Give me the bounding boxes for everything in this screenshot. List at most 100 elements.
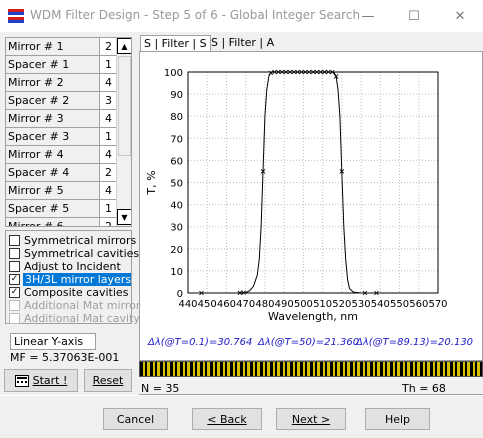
layer-row[interactable]: Spacer # 23 <box>6 92 116 110</box>
layer-row[interactable]: Mirror # 34 <box>6 110 116 128</box>
option-checkbox[interactable]: Symmetrical cavities <box>8 247 139 260</box>
layer-label: Spacer # 2 <box>6 92 100 109</box>
y-tick-label: 70 <box>170 134 183 145</box>
layer-label: Spacer # 4 <box>6 164 100 181</box>
option-label: Composite cavities <box>24 286 129 299</box>
layer-row[interactable]: Mirror # 62 <box>6 218 116 226</box>
checkbox-icon[interactable] <box>9 248 20 259</box>
x-tick-label: 540 <box>371 299 390 310</box>
layer-count-cell[interactable]: 4 <box>101 146 116 163</box>
checkbox-icon[interactable] <box>9 235 20 246</box>
option-checkbox[interactable]: Adjust to Incident <box>8 260 131 273</box>
option-checkbox[interactable]: ✓ Composite cavities <box>8 286 131 299</box>
option-label: Symmetrical mirrors <box>24 234 137 247</box>
scroll-down-icon[interactable]: ▼ <box>117 209 131 225</box>
y-tick-label: 80 <box>170 112 183 123</box>
layer-count-cell[interactable]: 3 <box>101 92 116 109</box>
tab-filter-a[interactable]: S | Filter | A <box>208 35 277 52</box>
option-checkbox: Additional Mat mirror <box>8 299 140 312</box>
plot-panel: 0 10 20 30 40 50 60 70 80 90 100 440 450 460 470 480 490… <box>139 51 483 361</box>
start-button[interactable]: Start ! <box>4 369 78 392</box>
layer-label: Mirror # 5 <box>6 182 100 199</box>
option-checkbox[interactable]: Symmetrical mirrors <box>8 234 136 247</box>
layer-row[interactable]: Mirror # 54 <box>6 182 116 200</box>
option-label: Adjust to Incident <box>24 260 121 273</box>
target-marker <box>268 70 273 76</box>
layer-count-cell[interactable]: 1 <box>101 200 116 217</box>
tab-filter-s[interactable]: S | Filter | S <box>140 35 211 52</box>
axis-mode-field[interactable]: Linear Y-axis <box>10 333 96 350</box>
x-tick-label: 460 <box>217 299 236 310</box>
x-tick-label: 560 <box>409 299 428 310</box>
layer-row[interactable]: Mirror # 44 <box>6 146 116 164</box>
y-tick-label: 20 <box>170 245 183 256</box>
layer-label: Mirror # 4 <box>6 146 100 163</box>
options-panel: Symmetrical mirrors Symmetrical cavities A… <box>5 230 140 325</box>
y-tick-label: 30 <box>170 223 183 234</box>
x-tick-label: 570 <box>428 299 447 310</box>
layer-count-cell[interactable]: 4 <box>101 182 116 199</box>
merit-function-value: MF = 5.37063E-001 <box>10 351 120 364</box>
layer-row[interactable]: Mirror # 12 <box>6 38 116 56</box>
checkbox-icon[interactable] <box>9 261 20 272</box>
reset-button[interactable]: Reset <box>84 369 132 392</box>
layer-count-cell[interactable]: 1 <box>101 128 116 145</box>
x-tick-label: 480 <box>255 299 274 310</box>
x-tick-label: 470 <box>236 299 255 310</box>
y-tick-label: 50 <box>170 179 183 190</box>
minimize-button[interactable]: — <box>345 0 391 32</box>
x-axis-label: Wavelength, nm <box>268 310 358 323</box>
option-label: Additional Mat mirror <box>24 299 141 312</box>
x-tick-label: 450 <box>198 299 217 310</box>
cancel-button[interactable]: Cancel <box>103 408 168 430</box>
help-button[interactable]: Help <box>365 408 430 430</box>
checkbox-icon[interactable]: ✓ <box>9 287 20 298</box>
scroll-up-icon[interactable]: ▲ <box>117 38 131 54</box>
scroll-thumb[interactable] <box>118 56 131 156</box>
y-axis-label: T, % <box>145 170 158 195</box>
layer-count-cell[interactable]: 2 <box>101 218 116 226</box>
layer-label: Spacer # 5 <box>6 200 100 217</box>
layer-row[interactable]: Spacer # 11 <box>6 56 116 74</box>
transmittance-chart: 0102030405060708090100440 450 460 470 480 490… <box>145 68 473 348</box>
checkbox-icon <box>9 300 20 311</box>
layer-label: Spacer # 1 <box>6 56 100 73</box>
layer-row[interactable]: Spacer # 42 <box>6 164 116 182</box>
x-tick-label: 500 <box>294 299 313 310</box>
layer-label: Mirror # 2 <box>6 74 100 91</box>
transmittance-line <box>188 71 438 294</box>
plot-frame <box>187 71 439 294</box>
x-tick-label: 490 <box>275 299 294 310</box>
layer-count-cell[interactable]: 4 <box>101 74 116 91</box>
window-title: WDM Filter Design - Step 5 of 6 - Global… <box>30 8 361 22</box>
layer-row[interactable]: Spacer # 31 <box>6 128 116 146</box>
close-button[interactable]: ✕ <box>437 0 483 32</box>
layer-label: Spacer # 3 <box>6 128 100 145</box>
maximize-button[interactable]: ☐ <box>391 0 437 32</box>
layer-row[interactable]: Spacer # 51 <box>6 200 116 218</box>
layer-grid-scrollbar[interactable]: ▲ ▼ <box>116 38 131 226</box>
layer-label: Mirror # 3 <box>6 110 100 127</box>
layer-grid[interactable]: Mirror # 1 2 Spacer # 1 1 Mirror # 2 4 Spacer … <box>5 37 132 227</box>
y-tick-label: 60 <box>170 156 183 167</box>
next-button[interactable]: Next > <box>276 408 346 430</box>
bandwidth-annotation: Δλ(@T=0.1)=30.764 <box>147 337 252 348</box>
y-tick-label: 40 <box>170 201 183 212</box>
title-bar: WDM Filter Design - Step 5 of 6 - Global… <box>0 0 483 32</box>
layer-count-cell[interactable]: 2 <box>101 38 116 55</box>
x-tick-label: 530 <box>352 299 371 310</box>
layer-count-cell[interactable]: 2 <box>101 164 116 181</box>
bandwidth-annotation: Δλ(@T=50)=21.360 <box>257 337 359 348</box>
checkbox-icon[interactable]: ✓ <box>9 274 20 285</box>
calculator-icon <box>14 374 29 387</box>
layer-count-cell[interactable]: 4 <box>101 110 116 127</box>
checkbox-icon <box>9 313 20 324</box>
option-checkbox[interactable]: ✓ 3H/3L mirror layers <box>8 273 131 286</box>
back-button[interactable]: < Back <box>192 408 262 430</box>
option-checkbox: Additional Mat cavity <box>8 312 140 325</box>
layer-row[interactable]: Mirror # 24 <box>6 74 116 92</box>
layer-count-cell[interactable]: 1 <box>101 56 116 73</box>
app-icon <box>8 9 24 23</box>
x-tick-label: 510 <box>313 299 332 310</box>
x-tick-label: 550 <box>390 299 409 310</box>
